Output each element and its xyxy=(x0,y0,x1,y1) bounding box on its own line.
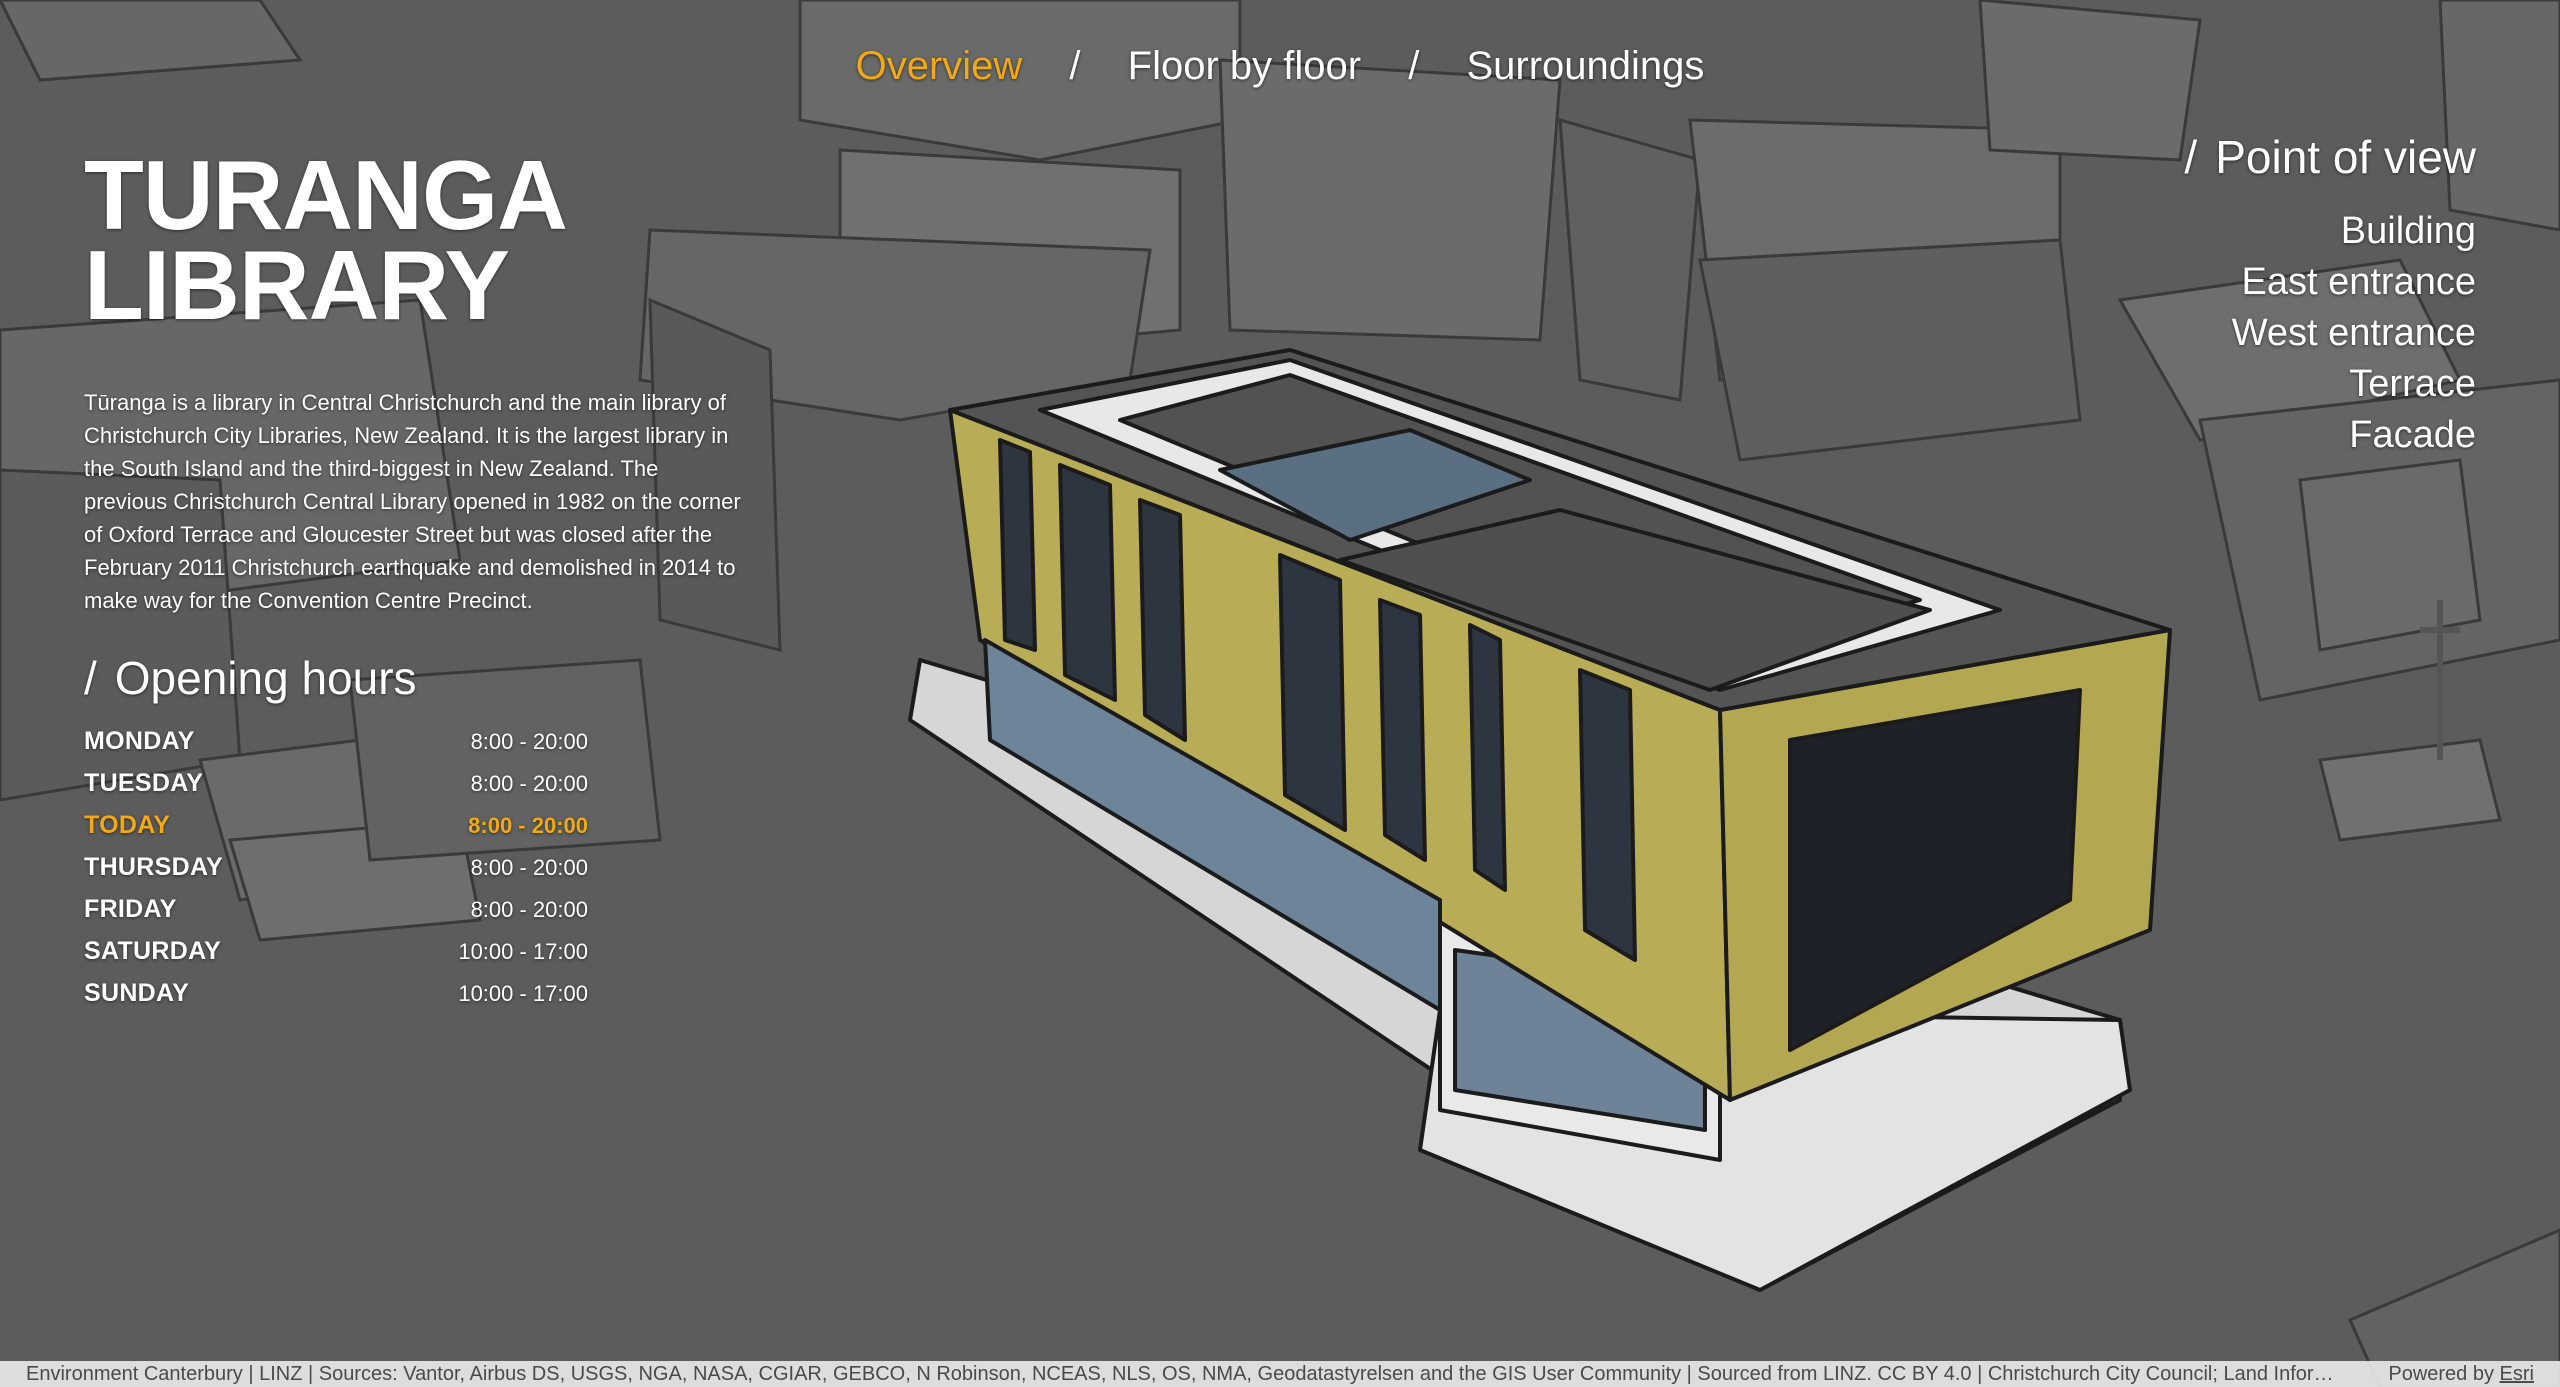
library-description: Tūranga is a library in Central Christch… xyxy=(84,390,741,613)
heading-slash: / xyxy=(84,652,97,704)
nav-separator: / xyxy=(1408,44,1420,88)
hours-row: TUESDAY 8:00 - 20:00 xyxy=(84,769,588,811)
attribution-sources[interactable]: Environment Canterbury | LINZ | Sources:… xyxy=(26,1361,2346,1387)
hours-row-today: TODAY 8:00 - 20:00 xyxy=(84,811,588,853)
title-line-2: LIBRARY xyxy=(84,230,510,340)
hours-row: SATURDAY 10:00 - 17:00 xyxy=(84,937,588,979)
hours-row: THURSDAY 8:00 - 20:00 xyxy=(84,853,588,895)
info-panel: TURANGA LIBRARY Tūranga is a library in … xyxy=(84,146,744,1021)
tab-floor-by-floor[interactable]: Floor by floor xyxy=(1128,44,1361,88)
hours-time: 8:00 - 20:00 xyxy=(470,729,588,754)
point-of-view-label: Point of view xyxy=(2215,131,2476,183)
hours-time: 8:00 - 20:00 xyxy=(470,897,588,922)
point-of-view-panel: / Point of view Building East entrance We… xyxy=(2184,130,2476,461)
top-navigation: Overview / Floor by floor / Surroundings xyxy=(0,44,2560,89)
opening-hours-table: MONDAY 8:00 - 20:00 TUESDAY 8:00 - 20:00… xyxy=(84,727,588,1021)
pov-facade[interactable]: Facade xyxy=(2184,410,2476,461)
hours-time: 8:00 - 20:00 xyxy=(468,813,588,838)
esri-link[interactable]: Esri xyxy=(2500,1363,2534,1385)
page-title: TURANGA LIBRARY xyxy=(84,146,744,334)
hours-day: MONDAY xyxy=(84,727,195,755)
opening-hours-label: Opening hours xyxy=(114,652,417,704)
hours-row: FRIDAY 8:00 - 20:00 xyxy=(84,895,588,937)
powered-by: Powered by Esri xyxy=(2388,1361,2534,1387)
tab-surroundings[interactable]: Surroundings xyxy=(1466,44,1704,88)
hours-time: 8:00 - 20:00 xyxy=(470,855,588,880)
tab-overview[interactable]: Overview xyxy=(856,44,1023,88)
pov-building[interactable]: Building xyxy=(2184,206,2476,257)
hours-day: SATURDAY xyxy=(84,937,222,965)
powered-by-label: Powered by xyxy=(2388,1363,2494,1385)
point-of-view-heading: / Point of view xyxy=(2184,130,2476,184)
hours-time: 8:00 - 20:00 xyxy=(470,771,588,796)
hours-day: TUESDAY xyxy=(84,769,204,797)
hours-time: 10:00 - 17:00 xyxy=(458,981,588,1006)
hours-time: 10:00 - 17:00 xyxy=(458,939,588,964)
hours-row: MONDAY 8:00 - 20:00 xyxy=(84,727,588,769)
opening-hours-heading: / Opening hours xyxy=(84,651,744,705)
pov-terrace[interactable]: Terrace xyxy=(2184,359,2476,410)
hours-day: TODAY xyxy=(84,811,171,839)
attribution-bar: Environment Canterbury | LINZ | Sources:… xyxy=(0,1361,2560,1387)
hours-day: THURSDAY xyxy=(84,853,223,881)
hours-day: SUNDAY xyxy=(84,979,190,1007)
hours-day: FRIDAY xyxy=(84,895,177,923)
nav-separator: / xyxy=(1069,44,1081,88)
pov-east-entrance[interactable]: East entrance xyxy=(2184,257,2476,308)
hours-row: SUNDAY 10:00 - 17:00 xyxy=(84,979,588,1021)
heading-slash: / xyxy=(2184,131,2198,183)
pov-west-entrance[interactable]: West entrance xyxy=(2184,308,2476,359)
